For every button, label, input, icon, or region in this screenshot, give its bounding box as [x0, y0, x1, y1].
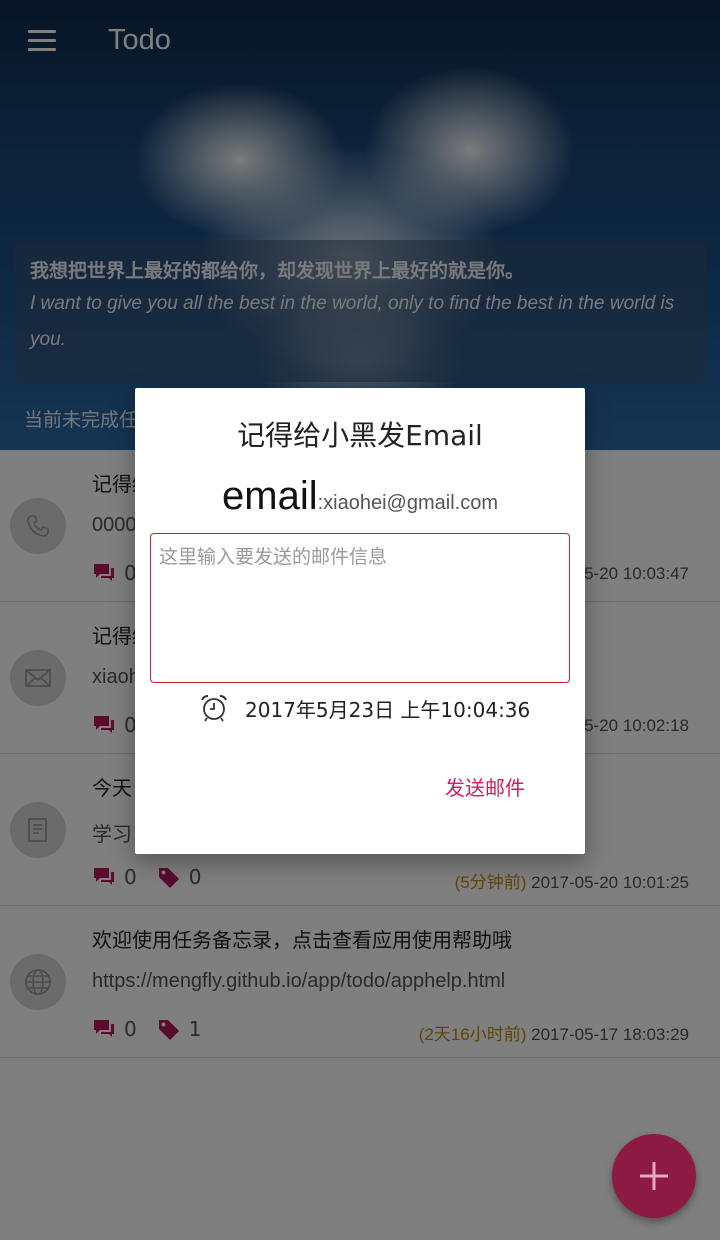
email-message-input[interactable] — [150, 533, 570, 683]
email-address: :xiaohei@gmail.com — [317, 492, 498, 514]
email-row: email:xiaohei@gmail.com — [135, 474, 585, 519]
dialog-title: 记得给小黑发Email — [237, 419, 483, 452]
reminder-row: 2017年5月23日 上午10:04:36 — [199, 692, 530, 724]
alarm-clock-icon — [201, 695, 227, 722]
add-task-button[interactable] — [612, 1134, 696, 1218]
reminder-datetime: 2017年5月23日 上午10:04:36 — [245, 697, 531, 722]
plus-icon — [640, 1162, 668, 1190]
send-email-button[interactable]: 发送邮件 — [445, 772, 525, 801]
email-label: email — [222, 474, 318, 518]
send-email-dialog: 记得给小黑发Email email:xiaohei@gmail.com 2017… — [135, 388, 585, 854]
